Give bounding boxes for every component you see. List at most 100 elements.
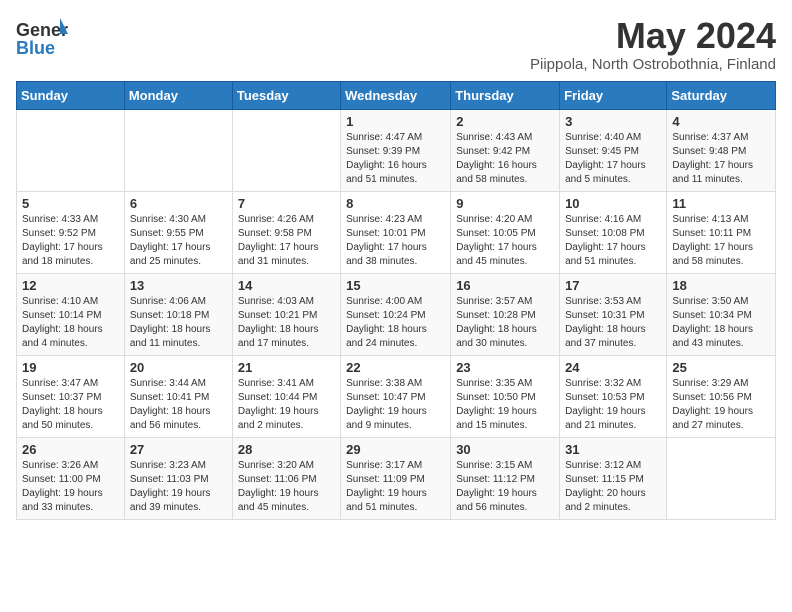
calendar-cell: 2 Sunrise: 4:43 AM Sunset: 9:42 PM Daylig… (451, 109, 560, 191)
day-info: Sunrise: 4:00 AM Sunset: 10:24 PM Daylig… (346, 295, 445, 351)
calendar-cell (124, 109, 232, 191)
day-number: 20 (130, 360, 227, 375)
calendar-cell (17, 109, 125, 191)
calendar-week-2: 5 Sunrise: 4:33 AM Sunset: 9:52 PM Daylig… (17, 191, 776, 273)
calendar-cell: 11 Sunrise: 4:13 AM Sunset: 10:11 PM Dayl… (667, 191, 776, 273)
day-info: Sunrise: 4:10 AM Sunset: 10:14 PM Daylig… (22, 295, 119, 351)
calendar-cell: 6Sunrise: 4:30 AM Sunset: 9:55 PM Daylig… (124, 191, 232, 273)
day-info: Sunrise: 3:53 AM Sunset: 10:31 PM Daylig… (565, 295, 661, 351)
calendar-cell: 23 Sunrise: 3:35 AM Sunset: 10:50 PM Dayl… (451, 355, 560, 437)
day-number: 28 (238, 442, 335, 457)
day-info: Sunrise: 3:29 AM Sunset: 10:56 PM Daylig… (672, 377, 770, 433)
day-info: Sunrise: 3:12 AM Sunset: 11:15 PM Daylig… (565, 459, 661, 515)
calendar-cell: 12Sunrise: 4:10 AM Sunset: 10:14 PM Dayl… (17, 273, 125, 355)
calendar-cell: 10 Sunrise: 4:16 AM Sunset: 10:08 PM Dayl… (560, 191, 667, 273)
calendar-cell: 31 Sunrise: 3:12 AM Sunset: 11:15 PM Dayl… (560, 437, 667, 519)
day-info: Sunrise: 3:44 AM Sunset: 10:41 PM Daylig… (130, 377, 227, 433)
day-number: 7 (238, 196, 335, 211)
calendar-cell: 28 Sunrise: 3:20 AM Sunset: 11:06 PM Dayl… (232, 437, 340, 519)
calendar-week-5: 26 Sunrise: 3:26 AM Sunset: 11:00 PM Dayl… (17, 437, 776, 519)
weekday-monday: Monday (124, 81, 232, 109)
day-info: Sunrise: 4:20 AM Sunset: 10:05 PM Daylig… (456, 213, 554, 269)
day-number: 24 (565, 360, 661, 375)
calendar-cell (232, 109, 340, 191)
calendar-cell: 30 Sunrise: 3:15 AM Sunset: 11:12 PM Dayl… (451, 437, 560, 519)
day-number: 22 (346, 360, 445, 375)
day-number: 1 (346, 114, 445, 129)
calendar-week-3: 12Sunrise: 4:10 AM Sunset: 10:14 PM Dayl… (17, 273, 776, 355)
calendar-cell (667, 437, 776, 519)
day-number: 16 (456, 278, 554, 293)
day-number: 3 (565, 114, 661, 129)
day-info: Sunrise: 3:20 AM Sunset: 11:06 PM Daylig… (238, 459, 335, 515)
day-info: Sunrise: 4:13 AM Sunset: 10:11 PM Daylig… (672, 213, 770, 269)
day-info: Sunrise: 3:15 AM Sunset: 11:12 PM Daylig… (456, 459, 554, 515)
day-number: 31 (565, 442, 661, 457)
day-info: Sunrise: 3:50 AM Sunset: 10:34 PM Daylig… (672, 295, 770, 351)
day-info: Sunrise: 4:23 AM Sunset: 10:01 PM Daylig… (346, 213, 445, 269)
weekday-wednesday: Wednesday (341, 81, 451, 109)
day-info: Sunrise: 3:23 AM Sunset: 11:03 PM Daylig… (130, 459, 227, 515)
page-header: General Blue May 2024 Piippola, North Os… (16, 16, 776, 73)
calendar-cell: 22 Sunrise: 3:38 AM Sunset: 10:47 PM Dayl… (341, 355, 451, 437)
day-number: 15 (346, 278, 445, 293)
day-info: Sunrise: 3:32 AM Sunset: 10:53 PM Daylig… (565, 377, 661, 433)
weekday-saturday: Saturday (667, 81, 776, 109)
day-number: 11 (672, 196, 770, 211)
day-number: 25 (672, 360, 770, 375)
day-info: Sunrise: 4:26 AM Sunset: 9:58 PM Dayligh… (238, 213, 335, 269)
day-info: Sunrise: 3:41 AM Sunset: 10:44 PM Daylig… (238, 377, 335, 433)
day-number: 30 (456, 442, 554, 457)
weekday-thursday: Thursday (451, 81, 560, 109)
location-subtitle: Piippola, North Ostrobothnia, Finland (530, 56, 776, 73)
calendar-cell: 15 Sunrise: 4:00 AM Sunset: 10:24 PM Dayl… (341, 273, 451, 355)
svg-text:Blue: Blue (16, 38, 55, 58)
day-info: Sunrise: 4:43 AM Sunset: 9:42 PM Dayligh… (456, 131, 554, 187)
day-info: Sunrise: 3:17 AM Sunset: 11:09 PM Daylig… (346, 459, 445, 515)
day-info: Sunrise: 3:57 AM Sunset: 10:28 PM Daylig… (456, 295, 554, 351)
weekday-tuesday: Tuesday (232, 81, 340, 109)
calendar-cell: 7 Sunrise: 4:26 AM Sunset: 9:58 PM Daylig… (232, 191, 340, 273)
calendar-cell: 24 Sunrise: 3:32 AM Sunset: 10:53 PM Dayl… (560, 355, 667, 437)
logo-icon: General Blue (16, 16, 68, 60)
day-info: Sunrise: 4:47 AM Sunset: 9:39 PM Dayligh… (346, 131, 445, 187)
day-number: 10 (565, 196, 661, 211)
calendar-cell: 14 Sunrise: 4:03 AM Sunset: 10:21 PM Dayl… (232, 273, 340, 355)
calendar-cell: 19Sunrise: 3:47 AM Sunset: 10:37 PM Dayl… (17, 355, 125, 437)
day-info: Sunrise: 3:38 AM Sunset: 10:47 PM Daylig… (346, 377, 445, 433)
day-number: 8 (346, 196, 445, 211)
calendar-cell: 13 Sunrise: 4:06 AM Sunset: 10:18 PM Dayl… (124, 273, 232, 355)
day-number: 9 (456, 196, 554, 211)
weekday-friday: Friday (560, 81, 667, 109)
day-number: 18 (672, 278, 770, 293)
day-info: Sunrise: 4:33 AM Sunset: 9:52 PM Dayligh… (22, 213, 119, 269)
weekday-header-row: SundayMondayTuesdayWednesdayThursdayFrid… (17, 81, 776, 109)
day-number: 23 (456, 360, 554, 375)
day-info: Sunrise: 4:16 AM Sunset: 10:08 PM Daylig… (565, 213, 661, 269)
day-info: Sunrise: 4:37 AM Sunset: 9:48 PM Dayligh… (672, 131, 770, 187)
calendar-cell: 21Sunrise: 3:41 AM Sunset: 10:44 PM Dayl… (232, 355, 340, 437)
calendar-cell: 5 Sunrise: 4:33 AM Sunset: 9:52 PM Daylig… (17, 191, 125, 273)
calendar-cell: 9 Sunrise: 4:20 AM Sunset: 10:05 PM Dayli… (451, 191, 560, 273)
day-info: Sunrise: 3:26 AM Sunset: 11:00 PM Daylig… (22, 459, 119, 515)
day-number: 29 (346, 442, 445, 457)
calendar-cell: 16 Sunrise: 3:57 AM Sunset: 10:28 PM Dayl… (451, 273, 560, 355)
calendar-table: SundayMondayTuesdayWednesdayThursdayFrid… (16, 81, 776, 520)
day-info: Sunrise: 4:06 AM Sunset: 10:18 PM Daylig… (130, 295, 227, 351)
calendar-body: 1 Sunrise: 4:47 AM Sunset: 9:39 PM Daylig… (17, 109, 776, 519)
day-number: 17 (565, 278, 661, 293)
day-info: Sunrise: 4:03 AM Sunset: 10:21 PM Daylig… (238, 295, 335, 351)
title-block: May 2024 Piippola, North Ostrobothnia, F… (530, 16, 776, 73)
calendar-cell: 20 Sunrise: 3:44 AM Sunset: 10:41 PM Dayl… (124, 355, 232, 437)
day-number: 26 (22, 442, 119, 457)
day-info: Sunrise: 4:40 AM Sunset: 9:45 PM Dayligh… (565, 131, 661, 187)
logo: General Blue (16, 16, 68, 60)
day-number: 6 (130, 196, 227, 211)
day-number: 13 (130, 278, 227, 293)
calendar-cell: 27Sunrise: 3:23 AM Sunset: 11:03 PM Dayl… (124, 437, 232, 519)
day-number: 2 (456, 114, 554, 129)
day-number: 5 (22, 196, 119, 211)
weekday-sunday: Sunday (17, 81, 125, 109)
day-info: Sunrise: 3:35 AM Sunset: 10:50 PM Daylig… (456, 377, 554, 433)
day-number: 14 (238, 278, 335, 293)
